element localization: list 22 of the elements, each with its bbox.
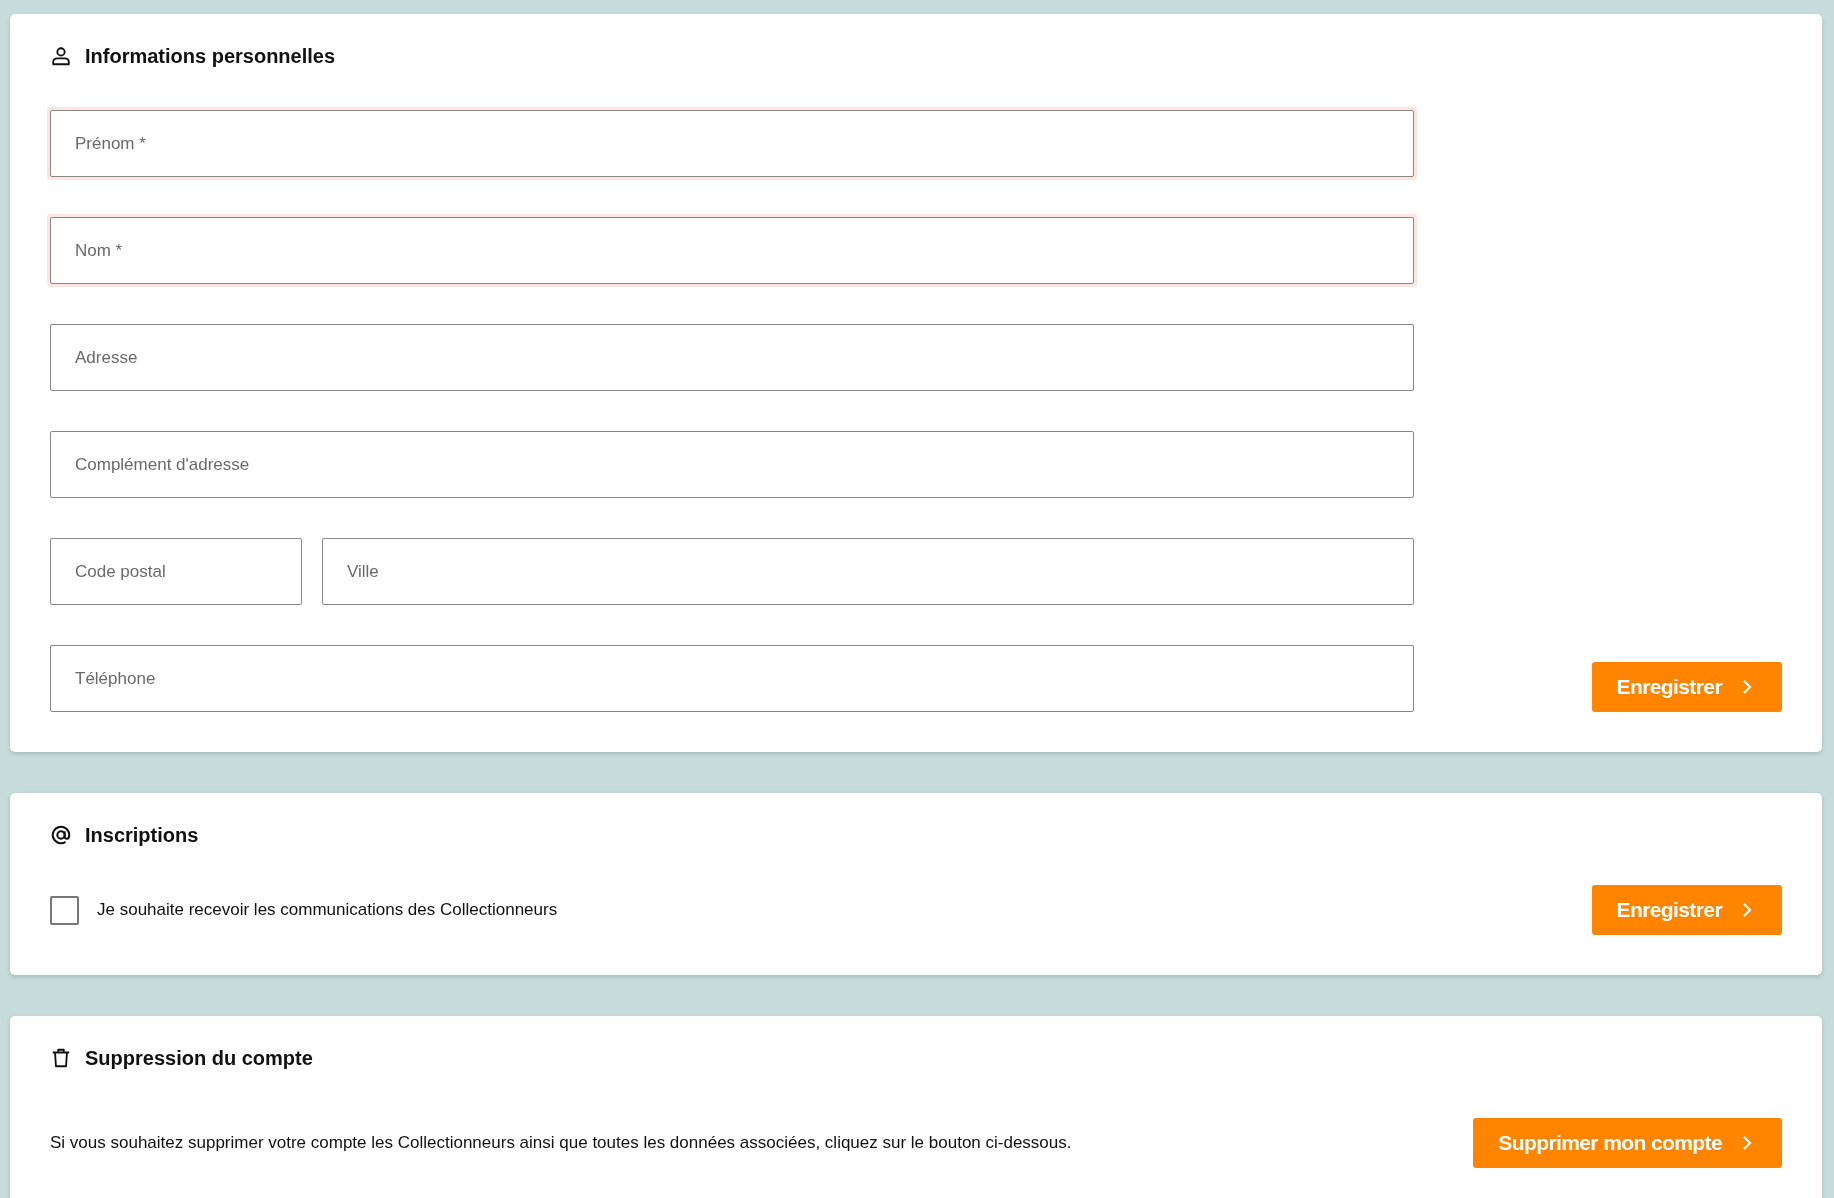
- input-field[interactable]: Code postal: [50, 538, 302, 605]
- input-field[interactable]: Complément d'adresse: [50, 431, 1414, 498]
- section-title: Informations personnelles: [85, 44, 336, 68]
- checkbox[interactable]: [50, 895, 79, 925]
- chevron-right-icon: [1742, 902, 1752, 918]
- input-field[interactable]: Prénom *: [50, 110, 1414, 177]
- save-button[interactable]: Enregistrer: [1591, 885, 1782, 935]
- input-field[interactable]: Ville: [322, 538, 1414, 605]
- chevron-right-icon: [1742, 679, 1752, 695]
- trash-icon: [50, 1047, 72, 1069]
- description-text: Si vous souhaitez supprimer votre compte les Collectionneurs ainsi que toutes les données associées, cliquez sur le bouton ci-dessous.: [50, 1133, 1072, 1153]
- user-icon: [50, 45, 72, 67]
- section-title: Suppression du compte: [85, 1046, 313, 1070]
- input-field[interactable]: Adresse: [50, 324, 1414, 391]
- input-field[interactable]: Nom *: [50, 217, 1414, 284]
- save-button[interactable]: Enregistrer: [1591, 662, 1782, 712]
- checkbox-label: Je souhaite recevoir les communications des Collectionneurs: [97, 900, 558, 920]
- chevron-right-icon: [1742, 1135, 1752, 1151]
- section-title: Inscriptions: [85, 823, 199, 847]
- at-sign-icon: [50, 824, 72, 846]
- input-field[interactable]: Téléphone: [50, 645, 1414, 712]
- delete-account-button[interactable]: Supprimer mon compte: [1473, 1118, 1782, 1168]
